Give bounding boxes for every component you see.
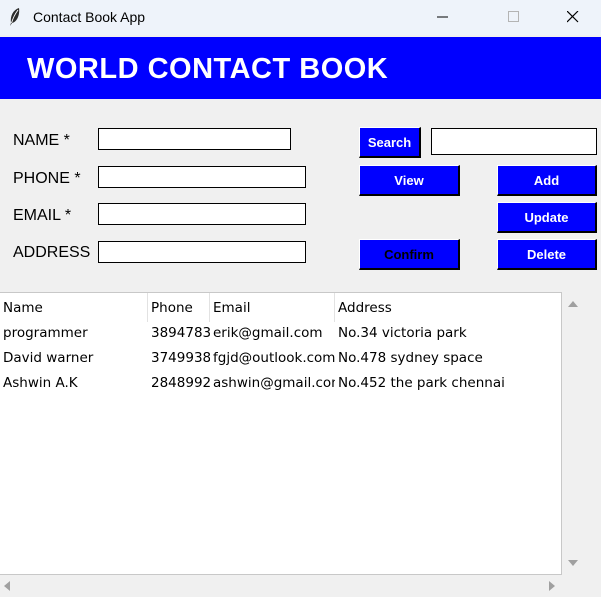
cell-phone: 3894783 — [151, 325, 210, 341]
delete-button[interactable]: Delete — [497, 239, 597, 270]
scroll-left-icon[interactable] — [2, 581, 12, 591]
window-title: Contact Book App — [33, 9, 146, 25]
cell-name: Ashwin A.K — [3, 375, 78, 391]
maximize-button[interactable] — [491, 0, 537, 35]
cell-address: No.34 victoria park — [338, 325, 467, 341]
search-button[interactable]: Search — [359, 127, 421, 158]
title-bar: Contact Book App — [0, 0, 601, 35]
maximize-icon — [508, 11, 519, 22]
close-icon — [567, 11, 579, 23]
header-banner: WORLD CONTACT BOOK — [0, 37, 601, 99]
cell-email: fgjd@outlook.com — [213, 350, 335, 366]
table-row[interactable]: Ashwin A.K 2848992 ashwin@gmail.com No.4… — [0, 371, 561, 396]
table-row[interactable]: programmer 3894783 erik@gmail.com No.34 … — [0, 321, 561, 346]
update-button[interactable]: Update — [497, 202, 597, 233]
app-content: WORLD CONTACT BOOK NAME * PHONE * EMAIL … — [0, 35, 601, 597]
feather-icon — [10, 8, 20, 26]
name-input[interactable] — [98, 128, 291, 150]
name-label: NAME * — [13, 132, 70, 149]
phone-label: PHONE * — [13, 170, 81, 187]
search-input[interactable] — [431, 128, 597, 155]
view-button[interactable]: View — [359, 165, 460, 196]
cell-phone: 3749938 — [151, 350, 210, 366]
cell-name: programmer — [3, 325, 88, 341]
column-header-name[interactable]: Name — [0, 293, 148, 322]
column-header-address[interactable]: Address — [335, 293, 561, 322]
table-header: Name Phone Email Address — [0, 293, 561, 322]
cell-phone: 2848992 — [151, 375, 210, 391]
add-button[interactable]: Add — [497, 165, 597, 196]
minimize-icon — [437, 16, 448, 18]
confirm-button[interactable]: Confirm — [359, 239, 460, 270]
email-label: EMAIL * — [13, 207, 72, 224]
address-input[interactable] — [98, 241, 306, 263]
address-label: ADDRESS — [13, 244, 91, 261]
close-button[interactable] — [550, 0, 596, 35]
contacts-table[interactable]: Name Phone Email Address programmer 3894… — [0, 292, 562, 575]
scroll-up-icon[interactable] — [568, 299, 578, 309]
cell-email: ashwin@gmail.com — [213, 375, 335, 391]
scroll-down-icon[interactable] — [568, 558, 578, 568]
scroll-right-icon[interactable] — [547, 581, 557, 591]
column-header-email[interactable]: Email — [210, 293, 335, 322]
cell-address: No.478 sydney space — [338, 350, 483, 366]
minimize-button[interactable] — [420, 0, 466, 35]
table-row[interactable]: David warner 3749938 fgjd@outlook.com No… — [0, 346, 561, 371]
horizontal-scrollbar[interactable] — [0, 575, 562, 597]
column-header-phone[interactable]: Phone — [148, 293, 210, 322]
cell-address: No.452 the park chennai — [338, 375, 505, 391]
vertical-scrollbar[interactable] — [562, 292, 584, 575]
phone-input[interactable] — [98, 166, 306, 188]
cell-email: erik@gmail.com — [213, 325, 323, 341]
app-heading: WORLD CONTACT BOOK — [27, 53, 389, 85]
email-input[interactable] — [98, 203, 306, 225]
cell-name: David warner — [3, 350, 94, 366]
